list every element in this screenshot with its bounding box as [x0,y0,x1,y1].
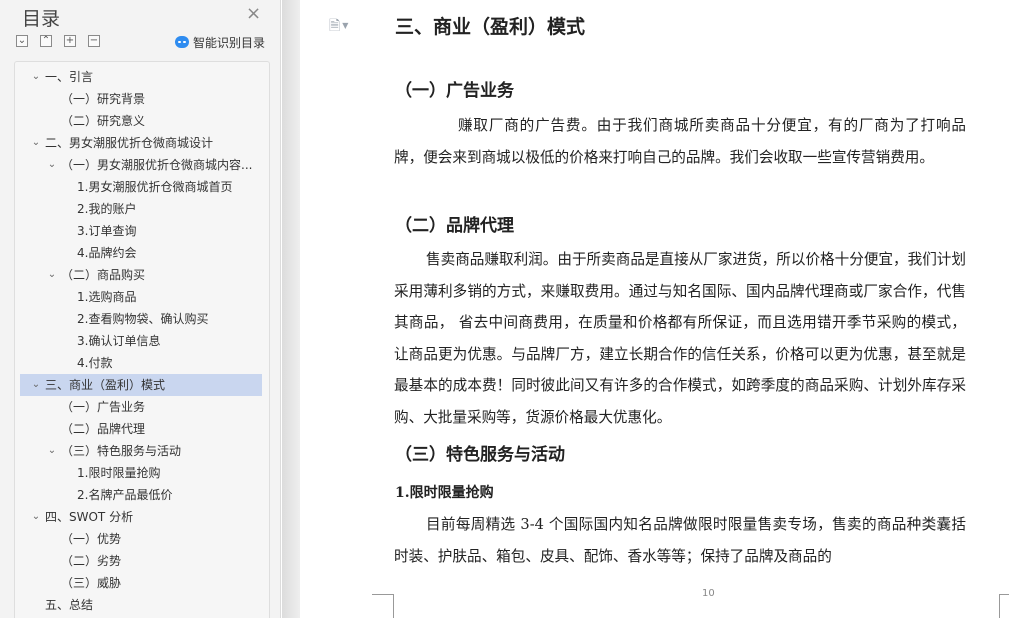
expand-all-button[interactable]: ⌃ [40,35,52,47]
toc-item-label: 3.确认订单信息 [77,334,161,348]
toc-item-label: （一）优势 [61,532,122,546]
toc-item-label: （一）男女潮服优折仓微商城内容... [61,158,253,172]
toc-item-label: （一）广告业务 [61,400,146,414]
remove-heading-button[interactable]: − [88,35,100,47]
toc-item-label: 3.订单查询 [77,224,137,238]
toc-item-label: 1.男女潮服优折仓微商城首页 [77,180,233,194]
page-corner-mark [999,594,1009,618]
toc-item-label: （二）商品购买 [61,268,146,282]
paragraph-ad-business: 赚取厂商的广告费。由于我们商城所卖商品十分便宜，有的厂商为了打响品牌，便会来到商… [394,117,966,166]
toc-item[interactable]: ⌄ 一、引言 [20,66,262,88]
toc-item[interactable]: ⌄ 四、SWOT 分析 [20,506,262,528]
chevron-down-icon[interactable]: ⌄ [30,506,42,528]
toc-item[interactable]: 3.订单查询 [20,220,262,242]
toc-item[interactable]: （一）研究背景 [20,88,262,110]
toc-item[interactable]: ⌄ 二、男女潮服优折仓微商城设计 [20,132,262,154]
subheading-brand-agency: （二）品牌代理 [395,216,514,236]
toc-item[interactable]: 1.选购商品 [20,286,262,308]
chevron-down-icon[interactable]: ⌄ [46,440,58,462]
toc-item-label: 1.限时限量抢购 [77,466,161,480]
toc-item[interactable]: ⌄ （二）商品购买 [20,264,262,286]
toc-item[interactable]: （二）品牌代理 [20,418,262,440]
toc-item-label: 2.我的账户 [77,202,137,216]
page-corner-mark [372,594,394,618]
toc-item-label: 4.付款 [77,356,113,370]
collapse-all-button[interactable]: ⌄ [16,35,28,47]
toc-item[interactable]: ⌄ 三、商业（盈利）模式 [20,374,262,396]
toc-item-label: 4.品牌约会 [77,246,137,260]
toc-item-label: 一、引言 [45,70,94,84]
chevron-down-icon[interactable]: ⌄ [30,374,42,396]
canvas-gutter [282,0,300,618]
document-menu-icon[interactable]: 🗎 ▼ [329,15,348,39]
document-page: 🗎 ▼ 三、商业（盈利）模式 （一）广告业务 赚取厂商的广告费。由于我们商城所卖商… [300,0,1009,618]
chevron-down-icon[interactable]: ⌄ [46,264,58,286]
toc-item[interactable]: 五、总结 [20,594,262,616]
toc-item[interactable]: 2.名牌产品最低价 [20,484,262,506]
toc-item[interactable]: 4.付款 [20,352,262,374]
toc-item-label: （二）品牌代理 [61,422,146,436]
toc-item-label: 四、SWOT 分析 [45,510,134,524]
chevron-down-icon[interactable]: ⌄ [30,66,42,88]
smart-toc-label: 智能识别目录 [193,36,266,50]
toc-item-label: 2.查看购物袋、确认购买 [77,312,209,326]
chevron-down-icon[interactable]: ⌄ [46,154,58,176]
page-number: 10 [702,588,715,599]
toc-item[interactable]: （二）劣势 [20,550,262,572]
toc-item[interactable]: ⌄ （一）男女潮服优折仓微商城内容... [20,154,262,176]
toc-item-label: （一）研究背景 [61,92,146,106]
paragraph-flash-sale: 目前每周精选 3-4 个国际国内知名品牌做限时限量售卖专场，售卖的商品种类囊括时… [394,516,966,565]
toc-item[interactable]: 2.我的账户 [20,198,262,220]
toc-item[interactable]: 1.限时限量抢购 [20,462,262,484]
toc-item-label: 2.名牌产品最低价 [77,488,173,502]
toc-item-label: 五、总结 [45,598,94,612]
chevron-down-icon[interactable]: ⌄ [30,132,42,154]
toc-item[interactable]: 4.品牌约会 [20,242,262,264]
toc-item[interactable]: （一）优势 [20,528,262,550]
toc-sidebar: 目录 × ⌄ ⌃ + − 智能识别目录 ⌄ 一、引言 （一）研究背景 （二）研究意义 ⌄… [0,0,281,618]
toc-item-label: （二）研究意义 [61,114,146,128]
toc-item-label: （二）劣势 [61,554,122,568]
toc-item-label: （三）特色服务与活动 [61,444,182,458]
close-icon[interactable]: × [246,3,261,24]
paragraph-brand-agency: 售卖商品赚取利润。由于所卖商品是直接从厂家进货，所以价格十分便宜，我们计划采用薄… [394,251,966,426]
subheading-flash-sale: 1.限时限量抢购 [395,485,494,501]
subheading-ad-business: （一）广告业务 [395,81,514,101]
section-heading: 三、商业（盈利）模式 [395,16,586,38]
add-heading-button[interactable]: + [64,35,76,47]
smart-toc-button[interactable]: 智能识别目录 [175,34,265,51]
toc-item[interactable]: 3.确认订单信息 [20,330,262,352]
toc-item[interactable]: （二）研究意义 [20,110,262,132]
ai-assistant-icon [175,36,189,48]
toc-item[interactable]: 2.查看购物袋、确认购买 [20,308,262,330]
toc-item-label: 1.选购商品 [77,290,137,304]
toc-item[interactable]: （一）广告业务 [20,396,262,418]
subheading-special-services: （三）特色服务与活动 [395,445,565,465]
toc-item-label: （三）威胁 [61,576,122,590]
toc-item[interactable]: （三）威胁 [20,572,262,594]
toc-tree: ⌄ 一、引言 （一）研究背景 （二）研究意义 ⌄ 二、男女潮服优折仓微商城设计 ⌄ （一）男女… [14,61,270,618]
toc-item-label: 二、男女潮服优折仓微商城设计 [45,136,214,150]
toc-item-label: 三、商业（盈利）模式 [45,378,166,392]
toc-item[interactable]: ⌄ （三）特色服务与活动 [20,440,262,462]
toc-item[interactable]: 1.男女潮服优折仓微商城首页 [20,176,262,198]
sidebar-title: 目录 [22,8,61,30]
